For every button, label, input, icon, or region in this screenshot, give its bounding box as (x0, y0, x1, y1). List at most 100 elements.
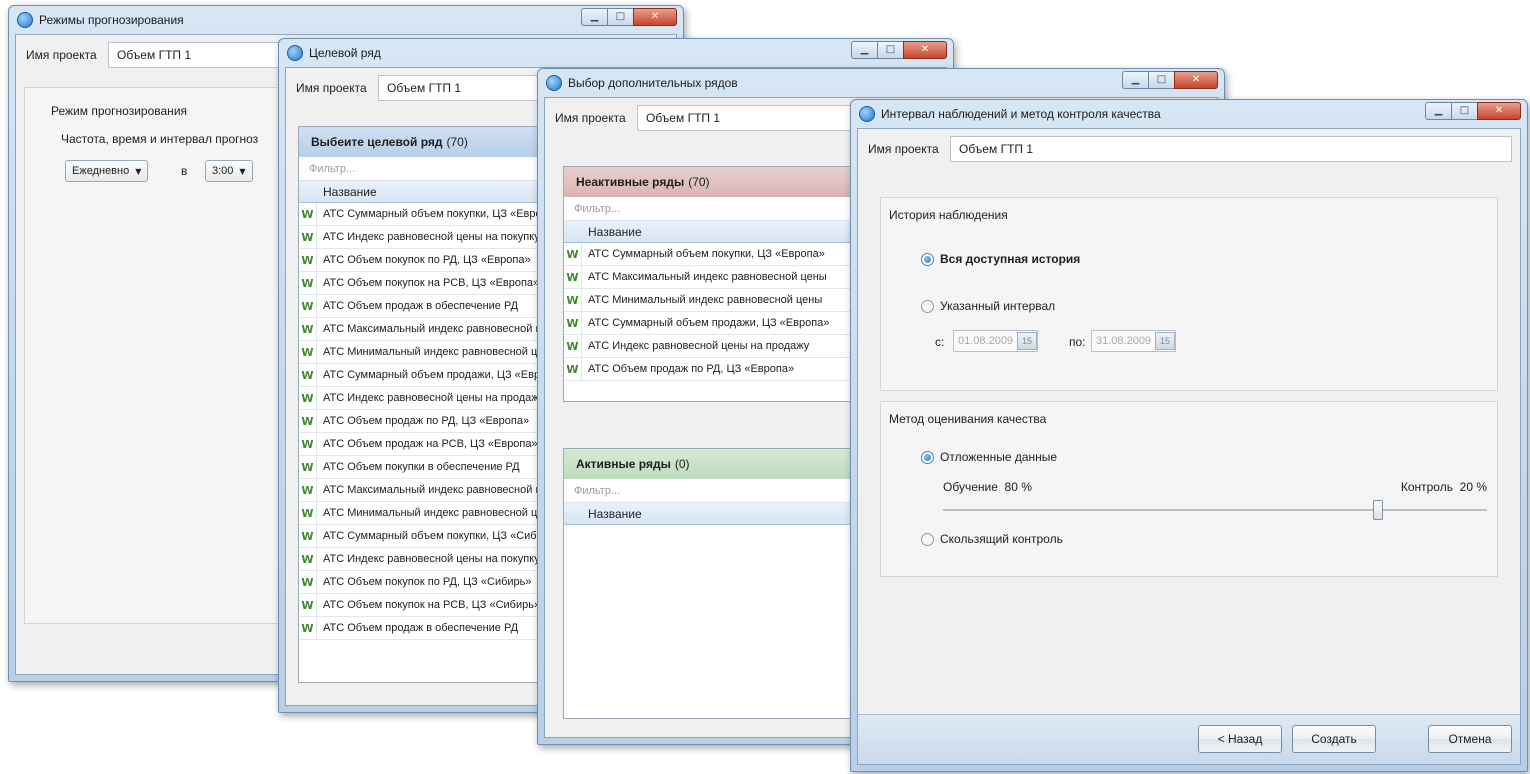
series-icon: W (299, 456, 317, 478)
series-icon: W (299, 272, 317, 294)
project-label: Имя проекта (555, 111, 626, 125)
to-label: по: (1069, 335, 1086, 349)
row-label: АТС Объем покупок по РД, ЦЗ «Сибирь» (323, 576, 532, 588)
at-label: в (181, 164, 188, 178)
list-count: (70) (688, 175, 710, 189)
cancel-button[interactable]: Отмена (1428, 725, 1512, 753)
series-icon: W (564, 312, 582, 334)
list-title: Неактивные ряды (576, 175, 685, 189)
maximize-icon[interactable]: □ (1148, 71, 1174, 89)
from-label: с: (935, 335, 945, 349)
row-label: АТС Объем покупок на РСВ, ЦЗ «Европа» (323, 277, 540, 289)
train-control-slider[interactable] (943, 500, 1487, 520)
group-title: История наблюдения (889, 208, 1008, 222)
radio-selected-icon (921, 450, 934, 464)
frequency-value: Ежедневно (72, 165, 130, 177)
frequency-label: Частота, время и интервал прогноз (61, 132, 259, 146)
radio-interval[interactable]: Указанный интервал (921, 299, 1055, 313)
back-button[interactable]: < Назад (1198, 725, 1282, 753)
calendar-icon[interactable]: 15 (1155, 332, 1176, 350)
slider-thumb[interactable] (1373, 500, 1384, 520)
row-label: АТС Минимальный индекс равновесной цены (323, 346, 558, 358)
series-icon: W (299, 502, 317, 524)
maximize-icon[interactable]: □ (1451, 102, 1477, 120)
maximize-icon[interactable]: □ (877, 41, 903, 59)
train-label: Обучение (943, 480, 998, 494)
series-icon: W (299, 571, 317, 593)
project-label: Имя проекта (868, 142, 939, 156)
radio-unselected-icon (921, 299, 934, 313)
list-title: Выбеите целевой ряд (311, 135, 443, 149)
row-label: АТС Индекс равновесной цены на покупку (323, 231, 540, 243)
minimize-icon[interactable]: ▁ (581, 8, 607, 26)
slider-track (943, 509, 1487, 511)
row-label: АТС Суммарный объем покупки, ЦЗ «Сибирь» (323, 530, 561, 542)
series-icon: W (299, 341, 317, 363)
row-label: АТС Индекс равновесной цены на продажу (323, 392, 545, 404)
to-date-input[interactable]: 31.08.2009 15 (1091, 330, 1177, 352)
chevron-down-icon: ▼ (239, 166, 246, 176)
close-icon[interactable]: ✕ (1174, 71, 1218, 89)
time-select[interactable]: 3:00 ▼ (205, 160, 253, 182)
window-titlebar[interactable]: Режимы прогнозирования ▁ □ ✕ (9, 6, 683, 34)
train-value: 80 % (1004, 480, 1032, 494)
chevron-down-icon: ▼ (135, 166, 142, 176)
row-label: АТС Индекс равновесной цены на продажу (588, 340, 810, 352)
row-label: АТС Объем продаж по РД, ЦЗ «Европа» (588, 363, 795, 375)
time-value: 3:00 (212, 165, 234, 177)
maximize-icon[interactable]: □ (607, 8, 633, 26)
series-icon: W (564, 289, 582, 311)
series-icon: W (299, 617, 317, 639)
window-title: Целевой ряд (309, 46, 381, 60)
series-icon: W (299, 387, 317, 409)
list-count: (70) (446, 135, 468, 149)
group-title: Режим прогнозирования (51, 104, 188, 118)
window-titlebar[interactable]: Целевой ряд ▁ □ ✕ (279, 39, 953, 67)
close-icon[interactable]: ✕ (903, 41, 947, 59)
app-logo-icon (546, 75, 562, 91)
close-icon[interactable]: ✕ (633, 8, 677, 26)
series-icon: W (299, 249, 317, 271)
series-icon: W (564, 358, 582, 380)
row-label: АТС Максимальный индекс равновесной цены (588, 271, 827, 283)
row-label: АТС Минимальный индекс равновесной цены (588, 294, 823, 306)
row-label: АТС Объем продаж на РСВ, ЦЗ «Европа» (323, 438, 538, 450)
row-label: АТС Минимальный индекс равновесной цены (323, 507, 558, 519)
frequency-select[interactable]: Ежедневно ▼ (65, 160, 149, 182)
calendar-icon[interactable]: 15 (1017, 332, 1038, 350)
close-icon[interactable]: ✕ (1477, 102, 1521, 120)
row-label: АТС Максимальный индекс равновесной цены (323, 484, 562, 496)
train-caption: Обучение 80 % (943, 480, 1032, 494)
row-label: АТС Суммарный объем продажи, ЦЗ «Европа» (323, 369, 565, 381)
series-icon: W (299, 226, 317, 248)
row-label: АТС Объем покупок на РСВ, ЦЗ «Сибирь» (323, 599, 541, 611)
series-icon: W (564, 243, 582, 265)
radio-cross-validation[interactable]: Скользящий контроль (921, 532, 1063, 546)
series-icon: W (299, 525, 317, 547)
to-date-value: 31.08.2009 (1096, 335, 1152, 347)
app-logo-icon (17, 12, 33, 28)
project-label: Имя проекта (296, 81, 367, 95)
project-label: Имя проекта (26, 48, 97, 62)
minimize-icon[interactable]: ▁ (1122, 71, 1148, 89)
minimize-icon[interactable]: ▁ (851, 41, 877, 59)
project-name-input[interactable]: Объем ГТП 1 (950, 136, 1512, 162)
from-date-input[interactable]: 01.08.2009 15 (953, 330, 1039, 352)
row-label: АТС Суммарный объем покупки, ЦЗ «Европа» (323, 208, 560, 220)
series-icon: W (299, 318, 317, 340)
app-logo-icon (287, 45, 303, 61)
window-titlebar[interactable]: Выбор дополнительных рядов ▁ □ ✕ (538, 69, 1224, 97)
control-label: Контроль (1400, 480, 1453, 494)
series-icon: W (299, 548, 317, 570)
history-group: История наблюдения Вся доступная история… (880, 197, 1498, 391)
window-titlebar[interactable]: Интервал наблюдений и метод контроля кач… (851, 100, 1527, 128)
radio-label: Отложенные данные (940, 450, 1058, 464)
radio-all-history[interactable]: Вся доступная история (921, 252, 1080, 266)
series-icon: W (564, 335, 582, 357)
group-title: Метод оценивания качества (889, 412, 1047, 426)
radio-holdout[interactable]: Отложенные данные (921, 450, 1057, 464)
create-button[interactable]: Создать (1292, 725, 1376, 753)
series-icon: W (299, 410, 317, 432)
minimize-icon[interactable]: ▁ (1425, 102, 1451, 120)
quality-group: Метод оценивания качества Отложенные дан… (880, 401, 1498, 577)
